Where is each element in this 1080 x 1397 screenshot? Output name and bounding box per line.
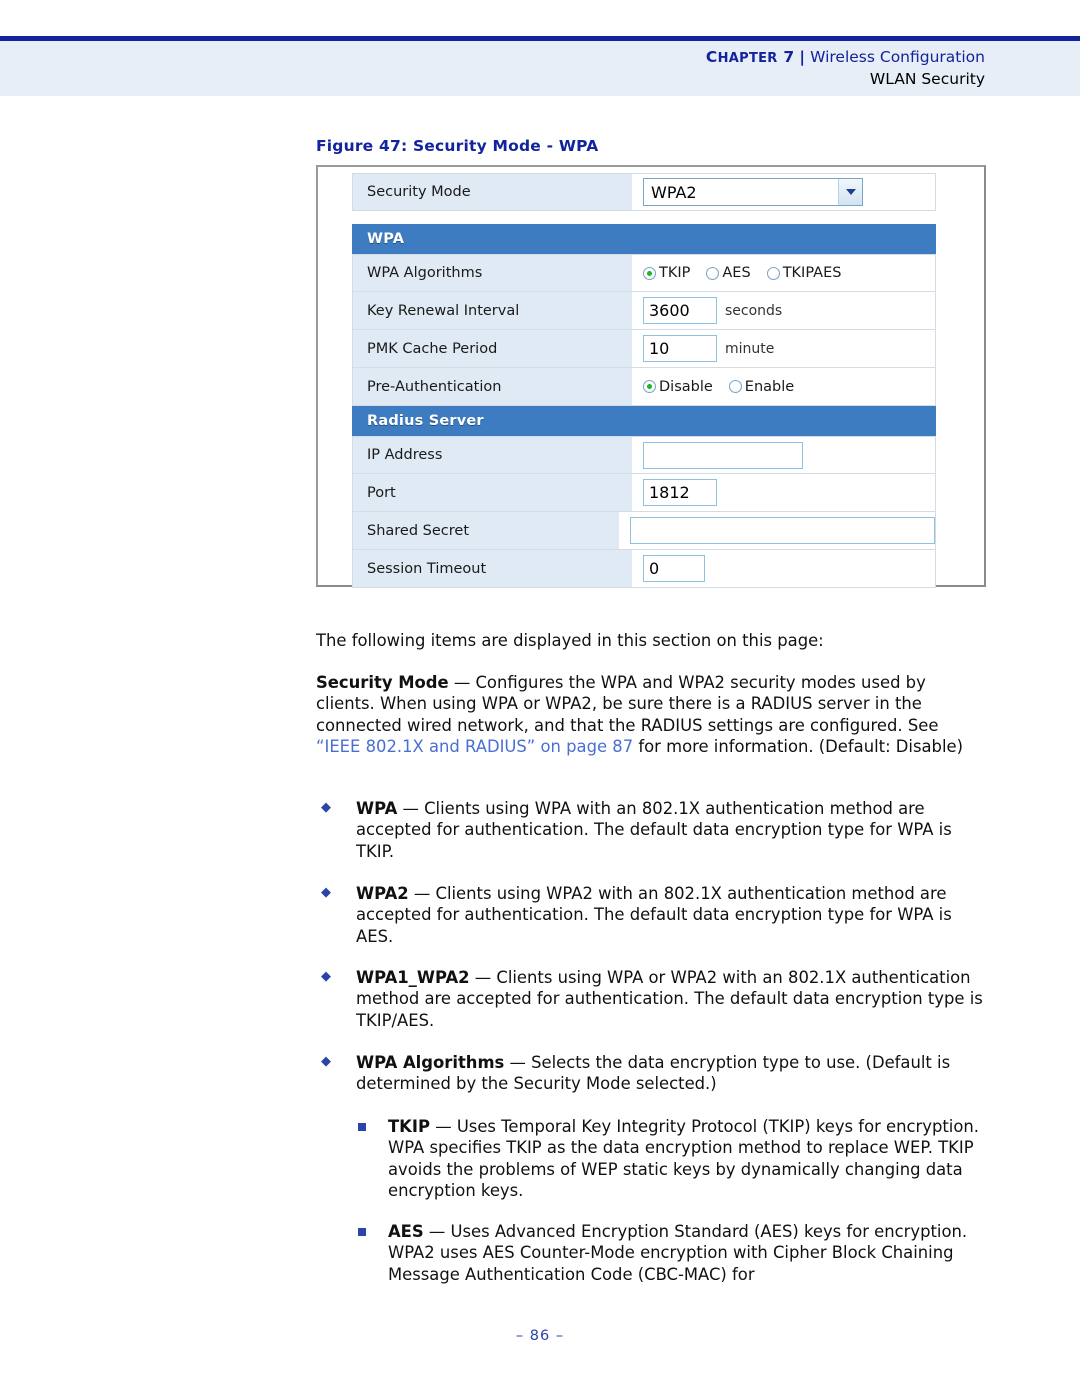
header-separator: | xyxy=(799,48,806,66)
radio-option-enable[interactable]: Enable xyxy=(728,378,795,395)
figure-screenshot-frame: Security Mode WPA2 WPA WPA Algorithms TK… xyxy=(316,165,986,588)
security-mode-block: Security Mode WPA2 xyxy=(352,173,936,211)
section-header-radius-server: Radius Server xyxy=(352,406,936,436)
label-security-mode: Security Mode xyxy=(353,174,633,210)
chapter-number: 7 xyxy=(783,48,795,66)
shared-secret-input[interactable] xyxy=(630,517,935,544)
key-renewal-interval-input[interactable]: 3600 xyxy=(643,297,717,324)
sub-bullet-text-aes: Uses Advanced Encryption Standard (AES) … xyxy=(388,1222,968,1284)
radio-option-tkip[interactable]: TKIP xyxy=(643,265,690,281)
radio-label-enable: Enable xyxy=(744,378,795,395)
figure-caption: Figure 47: Security Mode - WPA xyxy=(316,137,599,155)
label-wpa-algorithms: WPA Algorithms xyxy=(353,255,633,291)
row-pre-authentication: Pre-Authentication Disable Enable xyxy=(352,368,936,406)
field-pmk-cache-period: 10 minute xyxy=(633,330,935,367)
sub-bullet-aes: AES — Uses Advanced Encryption Standard … xyxy=(316,1221,990,1285)
radio-icon-tkip[interactable] xyxy=(643,266,656,280)
bullet-dash-wpa-algorithms: — xyxy=(504,1053,532,1072)
radio-option-tkipaes[interactable]: TKIPAES xyxy=(766,265,842,281)
bullet-text-wpa2: Clients using WPA2 with an 802.1X authen… xyxy=(356,884,952,946)
field-session-timeout: 0 xyxy=(633,550,935,587)
row-wpa-algorithms: WPA Algorithms TKIP AES TKIPAES xyxy=(352,254,936,292)
radio-icon-disable[interactable] xyxy=(643,380,656,393)
chevron-down-icon[interactable] xyxy=(838,179,862,205)
bullet-dash-wpa1-wpa2: — xyxy=(469,968,497,987)
chapter-label-smallcaps: HAPTER xyxy=(717,51,778,66)
bullet-dash-wpa: — xyxy=(397,799,425,818)
sub-bullet-text-tkip: Uses Temporal Key Integrity Protocol (TK… xyxy=(388,1117,979,1201)
port-input[interactable]: 1812 xyxy=(643,479,717,506)
bullet-term-wpa2: WPA2 xyxy=(356,884,409,903)
radio-label-tkip: TKIP xyxy=(659,265,691,281)
label-pmk-cache-period: PMK Cache Period xyxy=(353,330,633,367)
wpa-algorithms-radio-group: TKIP AES TKIPAES xyxy=(643,265,841,281)
section-header-wpa: WPA xyxy=(352,224,936,254)
sub-bullet-dash-tkip: — xyxy=(430,1117,457,1136)
row-ip-address: IP Address xyxy=(352,436,936,474)
chapter-label: CHAPTER 7 xyxy=(705,48,795,66)
radio-label-tkipaes: TKIPAES xyxy=(782,265,842,281)
bullet-wpa2: WPA2 — Clients using WPA2 with an 802.1X… xyxy=(316,883,990,947)
radio-icon-tkipaes[interactable] xyxy=(766,266,780,280)
field-wpa-algorithms: TKIP AES TKIPAES xyxy=(633,255,935,291)
security-mode-term: Security Mode xyxy=(316,673,449,692)
security-mode-select[interactable]: WPA2 xyxy=(643,178,863,206)
bullet-wpa-algorithms: WPA Algorithms — Selects the data encryp… xyxy=(316,1052,990,1095)
unit-pmk-cache-period: minute xyxy=(725,340,775,357)
row-shared-secret: Shared Secret xyxy=(352,512,936,550)
sub-bullet-dash-aes: — xyxy=(423,1222,451,1241)
field-port: 1812 xyxy=(633,474,935,511)
unit-key-renewal-interval: seconds xyxy=(725,302,783,319)
field-ip-address xyxy=(633,437,935,473)
security-mode-text-after-link: for more information. (Default: Disable) xyxy=(633,737,963,757)
sub-bullet-term-tkip: TKIP xyxy=(388,1117,430,1136)
label-shared-secret: Shared Secret xyxy=(353,512,620,549)
label-port: Port xyxy=(353,474,633,511)
label-key-renewal-interval: Key Renewal Interval xyxy=(353,292,633,329)
bullet-wpa1-wpa2: WPA1_WPA2 — Clients using WPA or WPA2 wi… xyxy=(316,967,990,1031)
bullet-term-wpa: WPA xyxy=(356,799,398,818)
wlan-security-form: Security Mode WPA2 WPA WPA Algorithms TK… xyxy=(352,173,936,588)
field-security-mode: WPA2 xyxy=(633,174,935,210)
header-subsection-title: WLAN Security xyxy=(869,70,985,89)
security-mode-value: WPA2 xyxy=(651,182,697,202)
cross-reference-link[interactable]: “IEEE 802.1X and RADIUS” on page 87 xyxy=(316,737,633,756)
pmk-cache-period-input[interactable]: 10 xyxy=(643,335,717,362)
sub-bullet-term-aes: AES xyxy=(388,1222,424,1241)
intro-paragraph: The following items are displayed in thi… xyxy=(316,631,824,650)
row-pmk-cache-period: PMK Cache Period 10 minute xyxy=(352,330,936,368)
label-session-timeout: Session Timeout xyxy=(353,550,633,587)
row-security-mode: Security Mode WPA2 xyxy=(352,173,936,211)
row-port: Port 1812 xyxy=(352,474,936,512)
radio-option-aes[interactable]: AES xyxy=(706,265,751,281)
field-key-renewal-interval: 3600 seconds xyxy=(633,292,935,329)
bullet-dash-wpa2: — xyxy=(408,884,436,903)
bullet-wpa: WPA — Clients using WPA with an 802.1X a… xyxy=(316,798,990,862)
radio-icon-enable[interactable] xyxy=(728,380,742,393)
bullet-text-wpa: Clients using WPA with an 802.1X authent… xyxy=(356,799,952,861)
label-pre-authentication: Pre-Authentication xyxy=(353,368,633,405)
session-timeout-input[interactable]: 0 xyxy=(643,555,705,582)
page-footer: – 86 – xyxy=(515,1328,565,1344)
security-mode-paragraph: Security Mode — Configures the WPA and W… xyxy=(316,672,988,758)
radio-icon-aes[interactable] xyxy=(706,266,720,280)
field-shared-secret xyxy=(620,512,935,549)
radio-option-disable[interactable]: Disable xyxy=(643,379,713,395)
pre-authentication-radio-group: Disable Enable xyxy=(643,379,794,395)
label-ip-address: IP Address xyxy=(353,437,633,473)
field-pre-authentication: Disable Enable xyxy=(633,368,935,405)
sub-bullet-tkip: TKIP — Uses Temporal Key Integrity Proto… xyxy=(316,1116,990,1202)
bullet-term-wpa1-wpa2: WPA1_WPA2 xyxy=(356,968,470,987)
radio-label-aes: AES xyxy=(722,265,751,281)
running-header: CHAPTER 7 | Wireless Configuration WLAN Se… xyxy=(706,47,985,91)
header-section-title: Wireless Configuration xyxy=(810,48,985,66)
row-session-timeout: Session Timeout 0 xyxy=(352,550,936,588)
bullet-term-wpa-algorithms: WPA Algorithms xyxy=(356,1053,505,1072)
ip-address-input[interactable] xyxy=(643,441,803,469)
row-key-renewal-interval: Key Renewal Interval 3600 seconds xyxy=(352,292,936,330)
radio-label-disable: Disable xyxy=(659,378,713,395)
security-mode-dash: — xyxy=(448,673,476,692)
